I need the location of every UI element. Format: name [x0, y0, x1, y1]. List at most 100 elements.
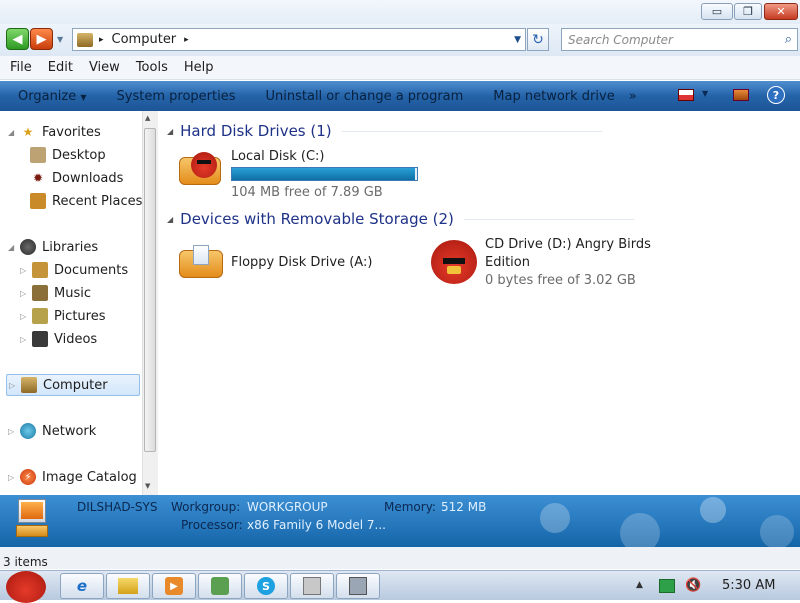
breadcrumb-chevron-icon[interactable]: ▸ [184, 35, 189, 45]
maximize-button[interactable]: ❐ [734, 3, 762, 20]
menu-view[interactable]: View [89, 60, 120, 75]
nav-libraries[interactable]: ◢ Libraries [8, 236, 98, 258]
address-dropdown-icon[interactable]: ▼ [514, 35, 521, 45]
preview-pane-icon[interactable] [733, 89, 749, 101]
nav-videos[interactable]: ▷ Videos [20, 328, 97, 350]
collapsed-icon[interactable]: ▷ [8, 427, 20, 436]
uninstall-program-button[interactable]: Uninstall or change a program [266, 89, 464, 104]
nav-music[interactable]: ▷ Music [20, 282, 91, 304]
drive-cd[interactable]: CD Drive (D:) Angry Birds Edition 0 byte… [431, 236, 651, 290]
menu-file[interactable]: File [10, 60, 32, 75]
refresh-button[interactable]: ↻ [527, 28, 549, 51]
nav-computer[interactable]: ▷ Computer [6, 374, 140, 396]
taskbar-explorer[interactable] [106, 573, 150, 599]
group-collapse-icon[interactable]: ◢ [167, 127, 173, 136]
drive-name-line2: Edition [485, 255, 530, 270]
item-count: 3 items [3, 555, 48, 569]
address-bar[interactable]: ▸ Computer ▸ ▼ [72, 28, 526, 51]
menu-edit[interactable]: Edit [48, 60, 73, 75]
search-icon[interactable]: ⌕ [785, 32, 792, 47]
organize-button[interactable]: Organize ▼ [18, 89, 87, 104]
search-input[interactable]: Search Computer ⌕ [561, 28, 798, 51]
collapsed-icon[interactable]: ▷ [20, 312, 32, 321]
nav-documents-label: Documents [54, 262, 129, 278]
group-removable-storage[interactable]: ◢ Devices with Removable Storage (2) [167, 210, 634, 228]
arrow-left-icon: ◀ [12, 31, 23, 47]
nav-favorites[interactable]: ◢ ★ Favorites [8, 121, 101, 143]
collapsed-icon[interactable]: ▷ [8, 473, 20, 482]
documents-icon [32, 262, 48, 278]
disk-usage-bar [231, 167, 418, 181]
chevron-down-icon[interactable]: ▼ [702, 89, 708, 98]
system-properties-button[interactable]: System properties [117, 89, 236, 104]
scroll-down-icon[interactable]: ▼ [145, 482, 150, 490]
collapsed-icon[interactable]: ▷ [20, 289, 32, 298]
taskbar-installer[interactable] [290, 573, 334, 599]
maximize-icon: ❐ [743, 5, 753, 18]
scrollbar-thumb[interactable] [144, 128, 156, 452]
group-divider [341, 130, 602, 132]
volume-muted-icon[interactable]: 🔇 [685, 578, 701, 593]
expanded-icon[interactable]: ◢ [8, 243, 20, 252]
menu-help[interactable]: Help [184, 60, 214, 75]
command-bar: Organize ▼ System properties Uninstall o… [0, 81, 800, 111]
nav-pictures[interactable]: ▷ Pictures [20, 305, 105, 327]
scroll-up-icon[interactable]: ▲ [145, 114, 150, 122]
star-icon: ★ [22, 125, 34, 139]
close-button[interactable]: ✕ [764, 3, 798, 20]
change-view-icon[interactable] [678, 89, 694, 101]
breadcrumb-chevron-icon[interactable]: ▸ [99, 35, 104, 45]
minimize-button[interactable]: ▭ [701, 3, 733, 20]
nav-recent-places[interactable]: Recent Places [30, 190, 142, 212]
taskbar-computer-window[interactable] [336, 573, 380, 599]
back-button[interactable]: ◀ [6, 28, 29, 50]
nav-desktop[interactable]: Desktop [30, 144, 106, 166]
installer-icon [303, 577, 321, 595]
group-collapse-icon[interactable]: ◢ [167, 215, 173, 224]
group-hard-disk-drives[interactable]: ◢ Hard Disk Drives (1) [167, 122, 602, 140]
nav-network[interactable]: ▷ Network [8, 420, 96, 442]
content-pane: ◢ Hard Disk Drives (1) Local Disk (C:) 1… [159, 111, 800, 495]
memory-label: Memory: [384, 500, 436, 514]
floppy-drive-icon [179, 244, 225, 280]
nav-downloads[interactable]: ✹ Downloads [30, 167, 123, 189]
start-button[interactable] [6, 571, 46, 603]
desktop-icon [30, 147, 46, 163]
videos-icon [32, 331, 48, 347]
nav-documents[interactable]: ▷ Documents [20, 259, 128, 281]
taskbar-app[interactable] [198, 573, 242, 599]
chevron-down-icon: ▼ [80, 92, 87, 102]
details-pane: DILSHAD-SYS Workgroup: WORKGROUP Memory:… [0, 495, 800, 553]
more-commands-button[interactable]: » [629, 89, 637, 104]
recent-pages-icon[interactable]: ▼ [57, 35, 63, 44]
network-status-icon[interactable] [659, 579, 675, 593]
menu-tools[interactable]: Tools [136, 60, 168, 75]
collapsed-icon[interactable]: ▷ [20, 335, 32, 344]
nav-videos-label: Videos [54, 331, 98, 347]
show-hidden-icons-icon[interactable]: ▲ [636, 580, 643, 590]
computer-icon [349, 577, 367, 595]
collapsed-icon[interactable]: ▷ [20, 266, 32, 275]
help-icon[interactable]: ? [767, 86, 785, 104]
drive-local-disk[interactable]: Local Disk (C:) 104 MB free of 7.89 GB [179, 149, 418, 200]
clock[interactable]: 5:30 AM [722, 578, 775, 593]
drive-floppy[interactable]: Floppy Disk Drive (A:) [179, 241, 372, 283]
pictures-icon [32, 308, 48, 324]
menu-bar: File Edit View Tools Help [0, 56, 800, 80]
breadcrumb-computer[interactable]: Computer [112, 32, 177, 47]
taskbar-media-player[interactable]: ▶ [152, 573, 196, 599]
map-network-drive-button[interactable]: Map network drive [493, 89, 614, 104]
nav-image-catalog-label: Image Catalog [42, 469, 137, 485]
taskbar-internet-explorer[interactable]: e [60, 573, 104, 599]
taskbar-skype[interactable]: S [244, 573, 288, 599]
expanded-icon[interactable]: ◢ [8, 128, 20, 137]
address-row: ◀ ▶ ▼ ▸ Computer ▸ ▼ ↻ Search Computer ⌕ [0, 24, 800, 56]
nav-image-catalog[interactable]: ▷ ⚡ Image Catalog [8, 466, 137, 488]
collapsed-icon[interactable]: ▷ [9, 381, 21, 390]
workgroup-value: WORKGROUP [247, 500, 328, 514]
nav-libraries-label: Libraries [42, 239, 99, 255]
drive-free-space: 104 MB free of 7.89 GB [231, 185, 383, 200]
forward-button[interactable]: ▶ [30, 28, 53, 50]
group-title: Hard Disk Drives (1) [180, 122, 332, 140]
search-placeholder: Search Computer [568, 32, 673, 47]
